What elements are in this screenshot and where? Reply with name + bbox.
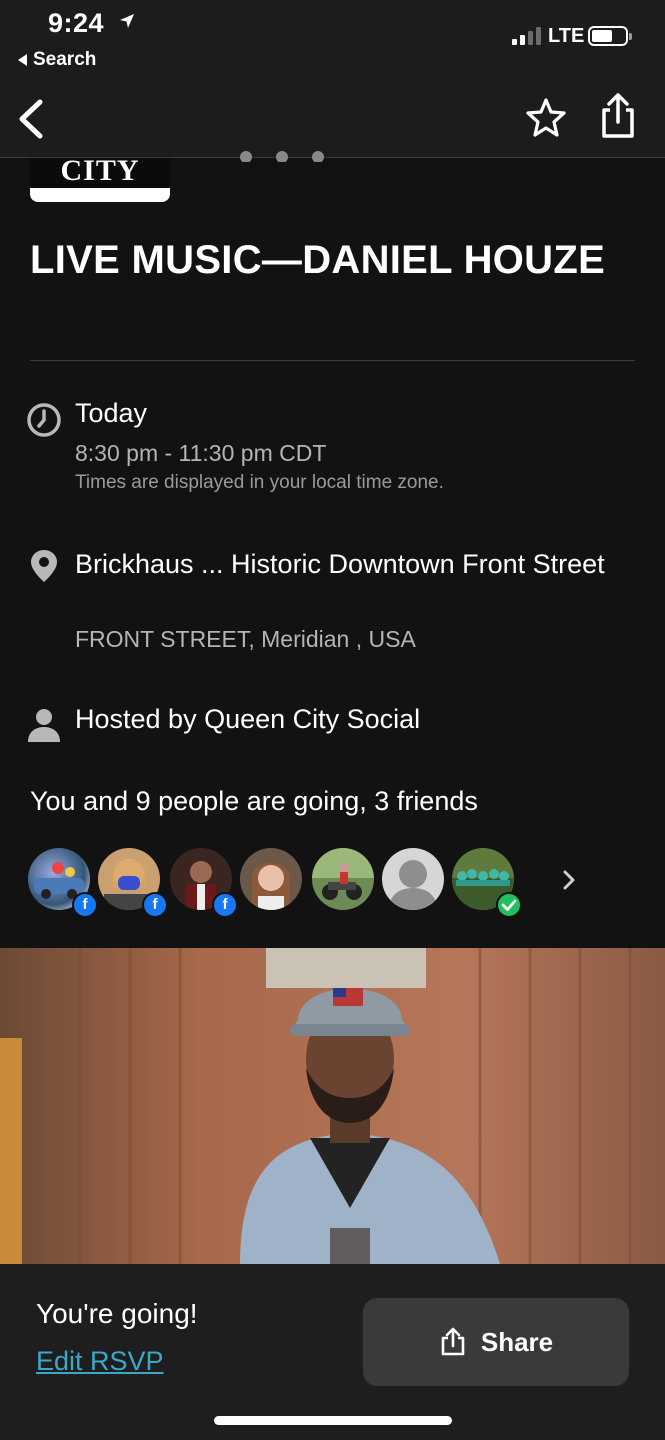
- attendee-avatar-default[interactable]: [382, 848, 444, 910]
- location-arrow-icon: [120, 14, 134, 28]
- facebook-badge-icon: f: [212, 892, 238, 918]
- chevron-right-icon[interactable]: [558, 866, 580, 894]
- back-to-search-link[interactable]: Search: [18, 49, 96, 71]
- event-title: LIVE MUSIC—DANIEL HOUZE: [30, 238, 606, 282]
- organizer-logo: CITY: [30, 158, 170, 202]
- share-icon[interactable]: [596, 92, 640, 140]
- navigation-bar: [0, 80, 665, 158]
- attendee-avatar[interactable]: [312, 848, 374, 910]
- star-outline-icon[interactable]: [524, 96, 568, 140]
- organizer-logo-text: CITY: [60, 158, 140, 187]
- event-time-range: 8:30 pm - 11:30 pm CDT: [75, 440, 327, 466]
- facebook-badge-icon: f: [142, 892, 168, 918]
- rsvp-status: You're going!: [36, 1298, 198, 1329]
- share-button-label: Share: [480, 1326, 554, 1357]
- attendee-avatars[interactable]: f f f: [28, 848, 628, 918]
- home-indicator[interactable]: [214, 1416, 452, 1425]
- chevron-left-icon[interactable]: [10, 94, 54, 144]
- back-triangle-icon: [18, 54, 27, 66]
- event-photo: [0, 948, 665, 1264]
- timezone-note: Times are displayed in your local time z…: [75, 472, 444, 493]
- edit-rsvp-link[interactable]: Edit RSVP: [36, 1346, 164, 1377]
- share-icon: [441, 1327, 465, 1356]
- battery-icon: [588, 26, 632, 46]
- location-pin-icon[interactable]: [26, 548, 62, 584]
- facebook-badge-icon: f: [72, 892, 98, 918]
- host-label[interactable]: Hosted by Queen City Social: [75, 704, 420, 735]
- attendee-avatar[interactable]: [240, 848, 302, 910]
- rsvp-bar: You're going! Edit RSVP Share: [0, 1264, 665, 1440]
- event-details-screen: 9:24 Search LTE CITY LIVE MUSIC—DANIEL H…: [0, 0, 665, 1440]
- attendance-summary: You and 9 people are going, 3 friends: [30, 786, 478, 816]
- divider: [30, 360, 635, 361]
- venue-address[interactable]: FRONT STREET, Meridian , USA: [75, 626, 416, 653]
- share-button[interactable]: Share: [363, 1298, 629, 1386]
- status-time: 9:24: [48, 8, 105, 38]
- signal-strength-icon: [512, 27, 541, 45]
- status-bar: 9:24 Search LTE: [0, 0, 665, 80]
- network-type: LTE: [548, 25, 585, 47]
- going-check-icon: [496, 892, 522, 918]
- back-to-search-label: Search: [33, 49, 97, 70]
- organizer-subtitle-cutoff: [240, 150, 380, 162]
- venue-name[interactable]: Brickhaus ... Historic Downtown Front St…: [75, 544, 635, 584]
- event-date: Today: [75, 398, 148, 428]
- clock-icon: [27, 403, 61, 437]
- person-icon: [28, 709, 60, 742]
